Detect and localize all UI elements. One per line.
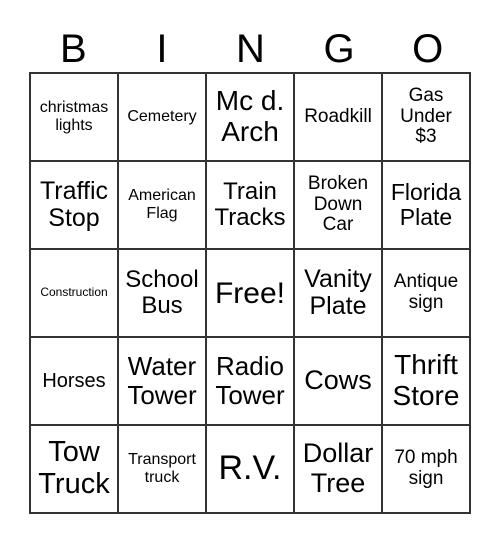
bingo-header: B I N G O: [29, 26, 472, 72]
bingo-cell[interactable]: Horses: [30, 337, 118, 425]
bingo-cell[interactable]: Vanity Plate: [294, 249, 382, 337]
bingo-cell[interactable]: Water Tower: [118, 337, 206, 425]
bingo-cell[interactable]: 70 mph sign: [382, 425, 470, 513]
bingo-cell[interactable]: Broken Down Car: [294, 161, 382, 249]
bingo-cell[interactable]: Traffic Stop: [30, 161, 118, 249]
bingo-cell[interactable]: Thrift Store: [382, 337, 470, 425]
bingo-cell[interactable]: Roadkill: [294, 73, 382, 161]
bingo-cell[interactable]: christmas lights: [30, 73, 118, 161]
bingo-cell[interactable]: Gas Under $3: [382, 73, 470, 161]
bingo-cell[interactable]: Transport truck: [118, 425, 206, 513]
bingo-cell[interactable]: R.V.: [206, 425, 294, 513]
bingo-cell[interactable]: Mc d. Arch: [206, 73, 294, 161]
header-letter-o: O: [412, 27, 444, 71]
bingo-cell[interactable]: Dollar Tree: [294, 425, 382, 513]
bingo-cell[interactable]: Free!: [206, 249, 294, 337]
header-letter-g: G: [323, 27, 355, 71]
bingo-cell[interactable]: American Flag: [118, 161, 206, 249]
bingo-cell[interactable]: Antique sign: [382, 249, 470, 337]
bingo-cell[interactable]: School Bus: [118, 249, 206, 337]
header-letter-i: I: [156, 27, 168, 71]
bingo-cell[interactable]: Cemetery: [118, 73, 206, 161]
header-letter-b: B: [59, 27, 87, 71]
bingo-cell[interactable]: Radio Tower: [206, 337, 294, 425]
header-letter-n: N: [236, 27, 265, 71]
bingo-cell[interactable]: Train Tracks: [206, 161, 294, 249]
bingo-cell[interactable]: Tow Truck: [30, 425, 118, 513]
bingo-cell[interactable]: Cows: [294, 337, 382, 425]
bingo-cell[interactable]: Construction: [30, 249, 118, 337]
bingo-cell[interactable]: Florida Plate: [382, 161, 470, 249]
bingo-grid: christmas lights Cemetery Mc d. Arch Roadki…: [29, 72, 471, 514]
